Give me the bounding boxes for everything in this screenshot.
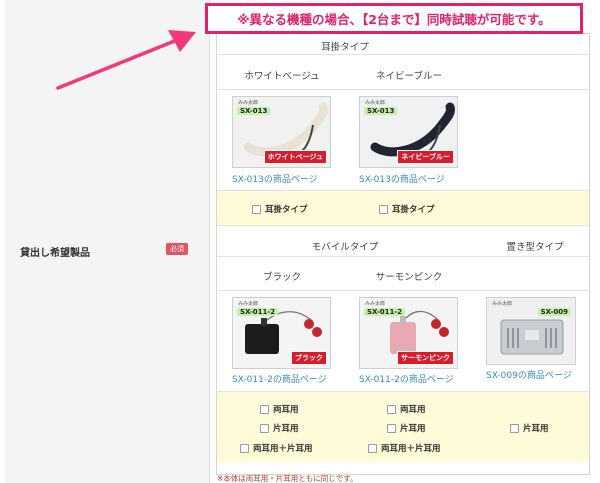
checkbox-black-one-ear[interactable]: 片耳用 [260,422,299,434]
checkbox-black-both-plus-one[interactable]: 両耳用＋片耳用 [240,442,313,454]
checkbox-pink-both-ears[interactable]: 両耳用 [387,403,426,415]
mobile-options-row: 両耳用 片耳用 両耳用＋片耳用 両耳用 片耳用 両耳用＋片耳用 片耳用 [217,392,589,462]
product-image-sx0112-pink[interactable]: みみ太郎 SX-011-2 サーモンピンク [359,297,458,369]
color-label-white-beige: ホワイトベージュ [244,71,320,82]
product-link-sx013-navy[interactable]: SX-013の商品ページ [359,172,445,185]
field-label: 貸出し希望製品 [20,248,90,259]
product-image-sx009[interactable]: みみ太郎 SX-009 [486,297,576,365]
color-label-salmon-pink: サーモンピンク [375,272,443,283]
checkbox-pink-both-plus-one[interactable]: 両耳用＋片耳用 [368,442,441,454]
checkbox-box[interactable] [379,204,388,214]
concurrent-trial-notice: ※異なる機種の場合、【2台まで】同時試聴が可能です。 [205,3,583,34]
checkbox-pink-one-ear[interactable]: 片耳用 [387,422,426,434]
ear-hook-header: 耳掛タイプ [321,42,369,53]
product-image-sx013-navy[interactable]: みみ太郎 SX-013 ネイビーブルー [359,96,458,168]
footnote: ※本体は両耳用・片耳用ともに同じです。 [217,474,358,483]
required-badge: 必須 [166,243,188,255]
color-label-navy-blue: ネイビーブルー [376,71,442,82]
product-image-sx013-white[interactable]: みみ太郎 SX-013 ホワイトベージュ [232,96,331,168]
checkbox-black-both-ears[interactable]: 両耳用 [260,403,299,415]
form-label-column [5,0,210,483]
color-label-black: ブラック [262,272,301,283]
product-link-sx0112-pink[interactable]: SX-011-2の商品ページ [359,372,454,385]
checkbox-box[interactable] [252,204,261,214]
product-image-sx0112-black[interactable]: みみ太郎 SX-011-2 ブラック [232,297,331,369]
mobile-header: モバイルタイプ [311,242,379,253]
checkbox-ear-hook-white[interactable]: 耳掛タイプ [252,203,308,215]
desktop-header: 置き型タイプ [506,242,564,253]
checkbox-ear-hook-navy[interactable]: 耳掛タイプ [379,203,435,215]
product-selection-table: 耳掛タイプ ホワイトベージュ ネイビーブルー みみ太郎 SX-013 ホワイトベ… [216,33,590,475]
product-link-sx0112-black[interactable]: SX-011-2の商品ページ [232,372,327,385]
ear-hook-checkbox-row: 耳掛タイプ 耳掛タイプ [217,191,589,225]
product-link-sx013-white[interactable]: SX-013の商品ページ [232,172,318,185]
checkbox-desktop-one-ear[interactable]: 片耳用 [510,422,549,434]
product-link-sx009[interactable]: SX-009の商品ページ [486,368,572,381]
